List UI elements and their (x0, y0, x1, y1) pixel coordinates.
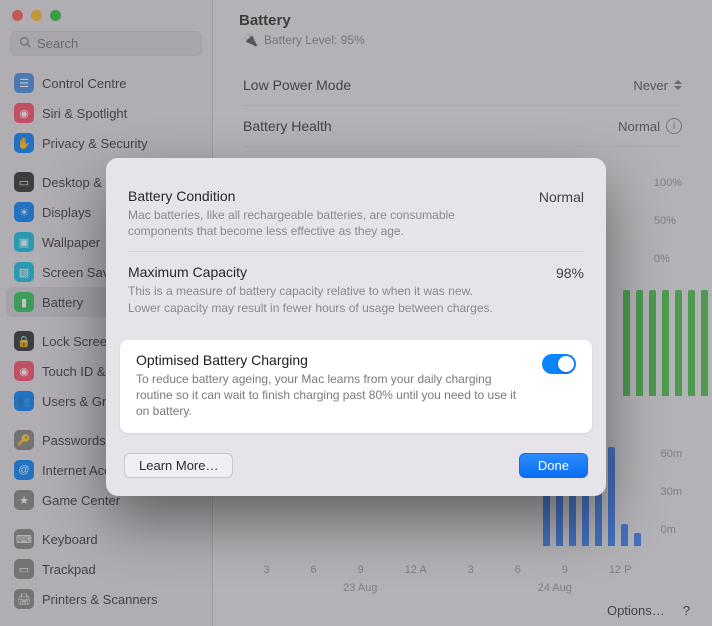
row-label: Maximum Capacity (128, 264, 536, 280)
ytick: 0% (654, 253, 682, 265)
done-button[interactable]: Done (519, 453, 588, 478)
sidebar-item-trackpad[interactable]: ▭ Trackpad (6, 554, 206, 584)
lock-icon: 🔒 (14, 331, 34, 351)
plug-icon: 🔌 (243, 33, 258, 47)
card-description: To reduce battery ageing, your Mac learn… (136, 371, 526, 420)
printer-icon: 🖨 (14, 589, 34, 609)
search-icon (19, 36, 31, 51)
row-value[interactable]: Never (633, 78, 682, 93)
page-title: Battery (239, 12, 291, 29)
ytick: 50% (654, 215, 682, 227)
info-icon[interactable]: i (666, 118, 682, 134)
close-window[interactable] (12, 10, 23, 21)
options-button[interactable]: Options… (607, 603, 665, 618)
toggles-icon: ☰ (14, 73, 34, 93)
learn-more-button[interactable]: Learn More… (124, 453, 233, 478)
sidebar-item-label: Siri & Spotlight (42, 106, 127, 121)
at-icon: @ (14, 460, 34, 480)
optimised-charging-toggle[interactable] (542, 354, 576, 374)
row-label: Battery Condition (128, 188, 519, 204)
chevron-updown-icon (674, 80, 682, 90)
sidebar-item-siri[interactable]: ◉ Siri & Spotlight (6, 98, 206, 128)
sidebar-item-label: Printers & Scanners (42, 592, 158, 607)
row-low-power[interactable]: Low Power Mode Never (243, 65, 682, 106)
health-value: Normal (618, 119, 660, 134)
dock-icon: ▭ (14, 172, 34, 192)
search-field[interactable] (37, 36, 213, 51)
content-footer: Options… ? (607, 603, 690, 618)
battery-level-bars (623, 286, 708, 396)
row-battery-condition: Battery Condition Mac batteries, like al… (128, 176, 584, 251)
sidebar-item-label: Keyboard (42, 532, 98, 547)
ytick: 0m (661, 524, 682, 536)
page-subtitle: 🔌 Battery Level: 95% (243, 33, 682, 47)
sidebar-item-label: Control Centre (42, 76, 127, 91)
key-icon: 🔑 (14, 430, 34, 450)
sidebar-item-label: Wallpaper (42, 235, 100, 250)
screensaver-icon: ▧ (14, 262, 34, 282)
users-icon: 👥 (14, 391, 34, 411)
sidebar-item-label: Passwords (42, 433, 106, 448)
sidebar-item-label: Battery (42, 295, 83, 310)
fullscreen-window[interactable] (50, 10, 61, 21)
display-icon: ☀ (14, 202, 34, 222)
optimised-charging-card: Optimised Battery Charging To reduce bat… (120, 340, 592, 434)
battery-icon: ▮ (14, 292, 34, 312)
row-value: Normal (539, 188, 584, 239)
row-label: Low Power Mode (243, 77, 351, 93)
help-button[interactable]: ? (683, 603, 690, 618)
row-maximum-capacity: Maximum Capacity This is a measure of ba… (128, 251, 584, 327)
ytick: 100% (654, 177, 682, 189)
sidebar-item-label: Privacy & Security (42, 136, 147, 151)
dropdown-value: Never (633, 78, 668, 93)
ytick: 30m (661, 486, 682, 498)
siri-icon: ◉ (14, 103, 34, 123)
search-input[interactable] (10, 31, 202, 56)
trackpad-icon: ▭ (14, 559, 34, 579)
ytick: 60m (661, 448, 682, 460)
row-value[interactable]: Normal i (618, 118, 682, 134)
keyboard-icon: ⌨ (14, 529, 34, 549)
row-description: Mac batteries, like all rechargeable bat… (128, 207, 508, 239)
wallpaper-icon: ▣ (14, 232, 34, 252)
game-icon: ★ (14, 490, 34, 510)
sidebar-item-label: Displays (42, 205, 91, 220)
fingerprint-icon: ◉ (14, 361, 34, 381)
window-controls (0, 0, 212, 27)
row-value: 98% (556, 264, 584, 315)
battery-health-dialog: Battery Condition Mac batteries, like al… (106, 158, 606, 496)
battery-level-text: Battery Level: 95% (264, 33, 365, 47)
toggle-knob (558, 356, 574, 372)
x-dates: 23 Aug 24 Aug (263, 582, 652, 594)
row-label: Battery Health (243, 118, 332, 134)
sidebar-item-label: Trackpad (42, 562, 96, 577)
minimize-window[interactable] (31, 10, 42, 21)
sidebar-item-control-centre[interactable]: ☰ Control Centre (6, 68, 206, 98)
hand-icon: ✋ (14, 133, 34, 153)
sidebar-item-privacy[interactable]: ✋ Privacy & Security (6, 128, 206, 158)
sidebar-item-label: Game Center (42, 493, 120, 508)
row-battery-health[interactable]: Battery Health Normal i (243, 106, 682, 147)
x-hours: 3 6 9 12 A 3 6 9 12 P (243, 564, 652, 576)
sidebar-item-printers[interactable]: 🖨 Printers & Scanners (6, 584, 206, 614)
card-label: Optimised Battery Charging (136, 352, 526, 368)
row-description: This is a measure of battery capacity re… (128, 283, 508, 315)
sidebar-item-keyboard[interactable]: ⌨ Keyboard (6, 524, 206, 554)
sidebar-item-label: Lock Screen (42, 334, 114, 349)
